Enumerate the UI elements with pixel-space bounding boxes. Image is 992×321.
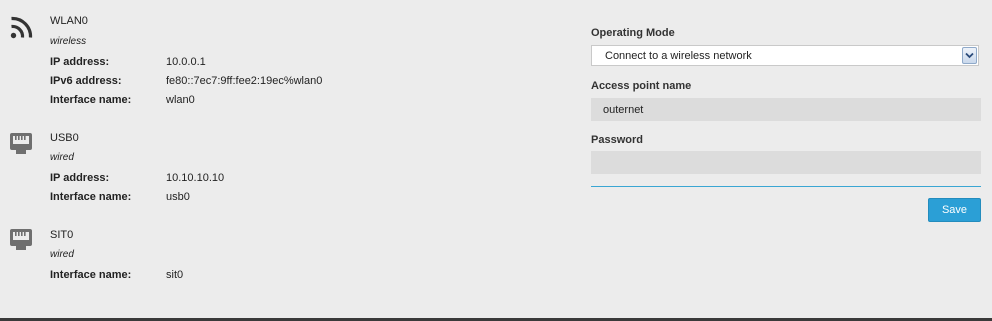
chevron-down-icon[interactable] (962, 47, 977, 64)
interface-type: wired (50, 249, 74, 260)
interface-name-label: Interface name: (50, 269, 132, 281)
interface-name-value: sit0 (166, 269, 184, 281)
interface-type: wired (50, 152, 74, 163)
ip-address-value: 10.10.10.10 (166, 172, 225, 184)
interface-name-label: Interface name: (50, 94, 132, 106)
ip-address-label: IP address: (50, 172, 110, 184)
wifi-icon (10, 15, 34, 42)
ip-address-value: 10.0.0.1 (166, 56, 206, 68)
interface-name-title: SIT0 (50, 229, 74, 241)
interface-type: wireless (50, 36, 87, 47)
operating-mode-label: Operating Mode (591, 27, 675, 39)
password-label: Password (591, 134, 643, 146)
interface-name-label: Interface name: (50, 191, 132, 203)
interface-name-value: wlan0 (166, 94, 195, 106)
save-button[interactable]: Save (928, 198, 981, 222)
interface-name-title: WLAN0 (50, 15, 88, 27)
interface-name-value: usb0 (166, 191, 190, 203)
ipv6-address-value: fe80::7ec7:9ff:fee2:19ec%wlan0 (166, 75, 323, 87)
access-point-name-input[interactable] (591, 98, 981, 121)
operating-mode-selected-value: Connect to a wireless network (605, 50, 752, 62)
password-input[interactable] (591, 151, 981, 174)
access-point-name-label: Access point name (591, 80, 692, 92)
interface-name-title: USB0 (50, 132, 79, 144)
ethernet-port-icon (10, 133, 32, 158)
operating-mode-select[interactable]: Connect to a wireless network (591, 45, 979, 66)
ethernet-port-icon (10, 229, 32, 254)
ipv6-address-label: IPv6 address: (50, 75, 122, 87)
ip-address-label: IP address: (50, 56, 110, 68)
form-divider (591, 186, 981, 187)
